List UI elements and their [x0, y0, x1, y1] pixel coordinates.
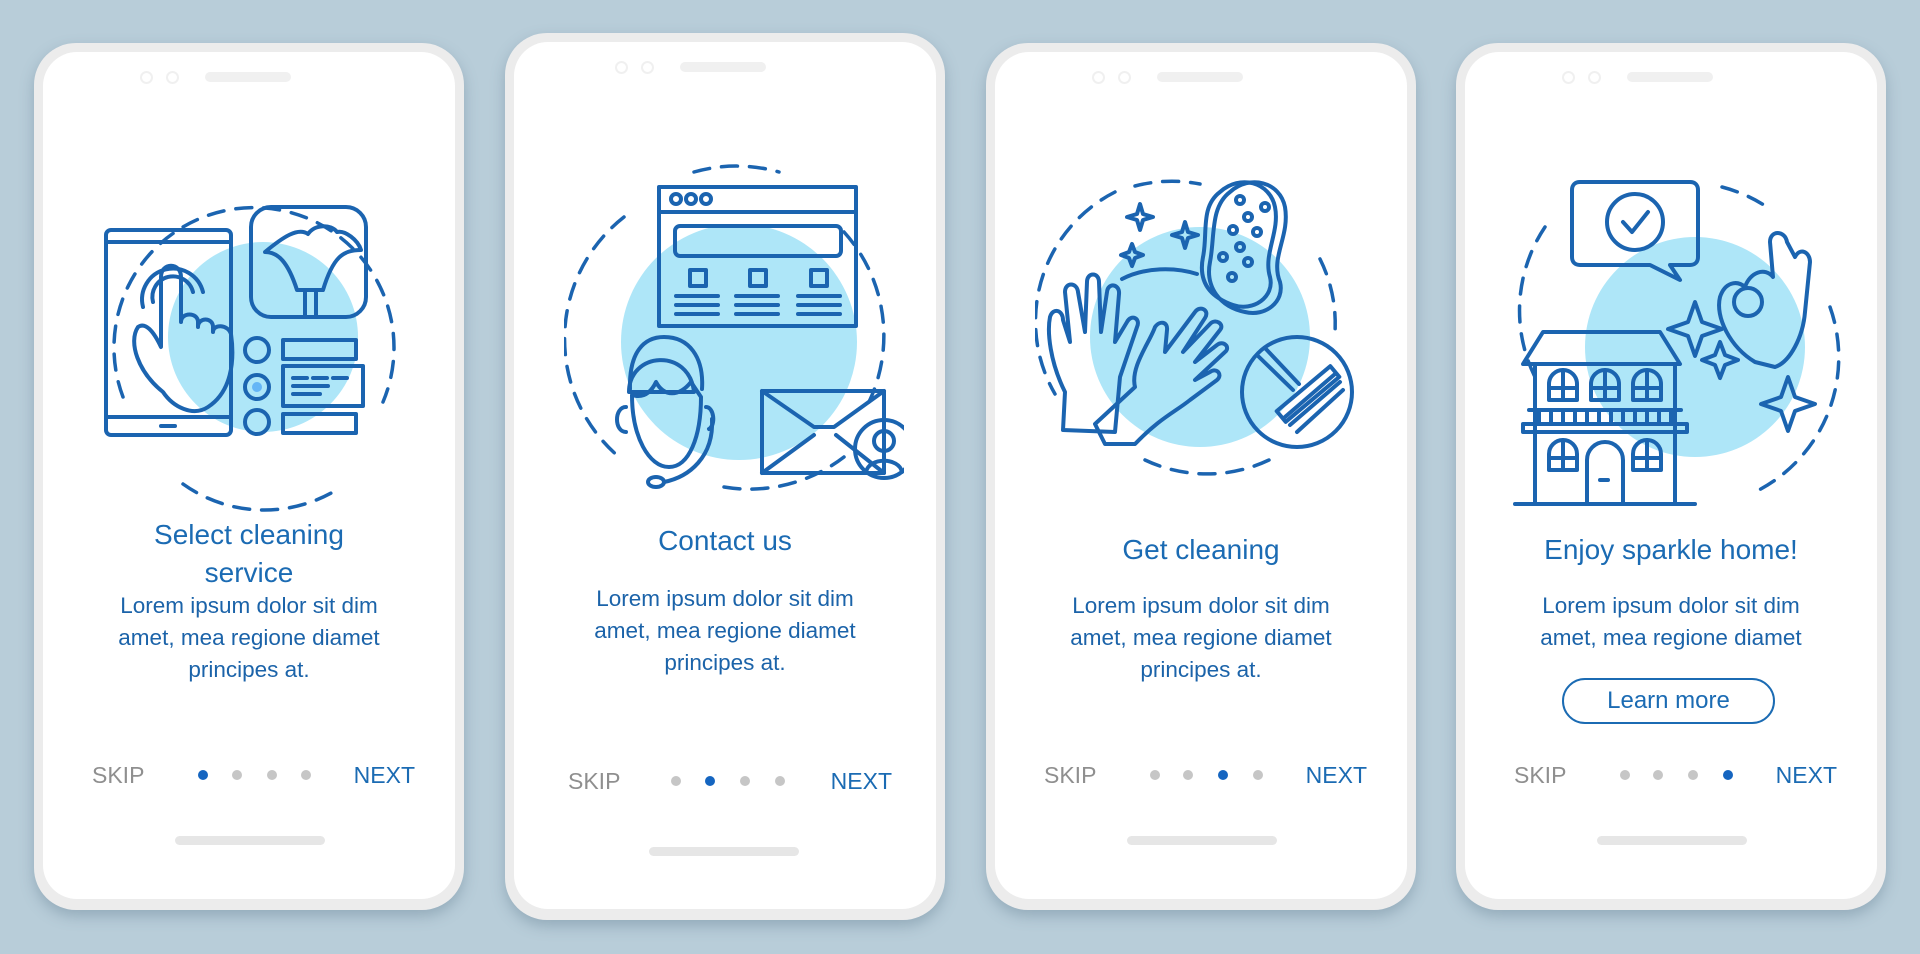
description-line: Lorem ipsum dolor sit dim — [120, 593, 378, 618]
home-indicator[interactable] — [649, 847, 799, 856]
screen-title: Contact us — [658, 525, 792, 556]
screen-title: Enjoy sparkle home! — [1544, 534, 1798, 565]
page-indicator — [1620, 768, 1740, 782]
phone-screen-1: Select cleaning service Lorem ipsum dolo… — [34, 43, 464, 910]
background-blob — [621, 224, 857, 460]
skip-button[interactable]: SKIP — [1044, 760, 1096, 790]
next-button[interactable]: NEXT — [831, 766, 892, 796]
speaker-slot — [1157, 72, 1243, 82]
phone-screen-4: Enjoy sparkle home! Lorem ipsum dolor si… — [1456, 43, 1886, 910]
description-line: amet, mea regione diamet — [1070, 625, 1332, 650]
page-dot[interactable] — [740, 776, 750, 786]
skip-button[interactable]: SKIP — [92, 760, 144, 790]
get-cleaning-illustration — [1035, 179, 1354, 476]
page-dot[interactable] — [671, 776, 681, 786]
home-indicator[interactable] — [1127, 836, 1277, 845]
screen-content: Contact us Lorem ipsum dolor sit dim ame… — [514, 42, 936, 909]
screen-content: Enjoy sparkle home! Lorem ipsum dolor si… — [1465, 52, 1877, 899]
camera-dot — [1562, 71, 1575, 84]
speaker-slot — [680, 62, 766, 72]
description-line: Lorem ipsum dolor sit dim — [1542, 593, 1800, 618]
page-dot[interactable] — [1620, 770, 1630, 780]
page-dot[interactable] — [775, 776, 785, 786]
home-indicator[interactable] — [175, 836, 325, 845]
description-line: principes at. — [664, 650, 786, 675]
page-dot[interactable] — [1653, 770, 1663, 780]
dashed-ring — [1720, 185, 1769, 209]
camera-dot — [641, 61, 654, 74]
page-dot-active[interactable] — [705, 776, 715, 786]
page-dot[interactable] — [301, 770, 311, 780]
description-line: Lorem ipsum dolor sit dim — [596, 586, 854, 611]
page-dot-active[interactable] — [1723, 770, 1733, 780]
screen-description: Lorem ipsum dolor sit dim amet, mea regi… — [1035, 590, 1367, 686]
onboarding-nav: SKIP NEXT — [1465, 760, 1877, 790]
onboarding-nav: SKIP NEXT — [514, 766, 936, 796]
title-line: Select cleaning — [154, 519, 344, 550]
screen-title: Get cleaning — [1122, 534, 1280, 565]
title-line: service — [204, 557, 294, 588]
speaker-slot — [205, 72, 291, 82]
dashed-ring — [692, 164, 781, 174]
sparkle-home-illustration — [1513, 180, 1841, 506]
onboarding-nav: SKIP NEXT — [995, 760, 1407, 790]
next-button[interactable]: NEXT — [1306, 760, 1367, 790]
page-dot-active[interactable] — [198, 770, 208, 780]
dashed-ring — [1133, 179, 1202, 188]
home-indicator[interactable] — [1597, 836, 1747, 845]
camera-dot — [615, 61, 628, 74]
page-indicator — [198, 768, 318, 782]
select-service-illustration — [104, 205, 396, 512]
description-line: Lorem ipsum dolor sit dim — [1072, 593, 1330, 618]
screen-content: Select cleaning service Lorem ipsum dolo… — [43, 52, 455, 899]
screen-title: Select cleaning service — [63, 516, 435, 592]
skip-button[interactable]: SKIP — [1514, 760, 1566, 790]
dashed-ring — [1143, 455, 1277, 476]
next-button[interactable]: NEXT — [1776, 760, 1837, 790]
onboarding-nav: SKIP NEXT — [43, 760, 455, 790]
camera-dot — [1092, 71, 1105, 84]
page-dot[interactable] — [1150, 770, 1160, 780]
page-indicator — [671, 774, 791, 788]
browser-window-icon — [657, 185, 858, 328]
screen-description: Lorem ipsum dolor sit dim amet, mea regi… — [83, 590, 415, 686]
screen-content: Get cleaning Lorem ipsum dolor sit dim a… — [995, 52, 1407, 899]
screen-description: Lorem ipsum dolor sit dim amet, mea regi… — [1505, 590, 1837, 654]
description-line: amet, mea regione diamet — [594, 618, 856, 643]
dashed-ring — [181, 482, 335, 512]
description-line: amet, mea regione diamet — [118, 625, 380, 650]
page-dot[interactable] — [1688, 770, 1698, 780]
page-dot[interactable] — [232, 770, 242, 780]
description-line: amet, mea regione diamet — [1540, 625, 1802, 650]
description-line: principes at. — [188, 657, 310, 682]
learn-more-button[interactable]: Learn more — [1562, 678, 1775, 724]
camera-dot — [1588, 71, 1601, 84]
phone-screen-2: Contact us Lorem ipsum dolor sit dim ame… — [505, 33, 945, 920]
dashed-ring — [1318, 257, 1337, 334]
page-dot-active[interactable] — [1218, 770, 1228, 780]
page-dot[interactable] — [1183, 770, 1193, 780]
page-dot[interactable] — [1253, 770, 1263, 780]
next-button[interactable]: NEXT — [354, 760, 415, 790]
description-line: principes at. — [1140, 657, 1262, 682]
page-indicator — [1150, 768, 1270, 782]
camera-dot — [140, 71, 153, 84]
camera-dot — [1118, 71, 1131, 84]
speaker-slot — [1627, 72, 1713, 82]
check-bubble-icon — [1570, 180, 1700, 282]
dashed-ring — [1517, 225, 1547, 379]
screen-description: Lorem ipsum dolor sit dim amet, mea regi… — [554, 583, 896, 679]
camera-dot — [166, 71, 179, 84]
phone-screen-3: Get cleaning Lorem ipsum dolor sit dim a… — [986, 43, 1416, 910]
contact-us-illustration — [564, 164, 904, 491]
page-dot[interactable] — [267, 770, 277, 780]
skip-button[interactable]: SKIP — [568, 766, 620, 796]
